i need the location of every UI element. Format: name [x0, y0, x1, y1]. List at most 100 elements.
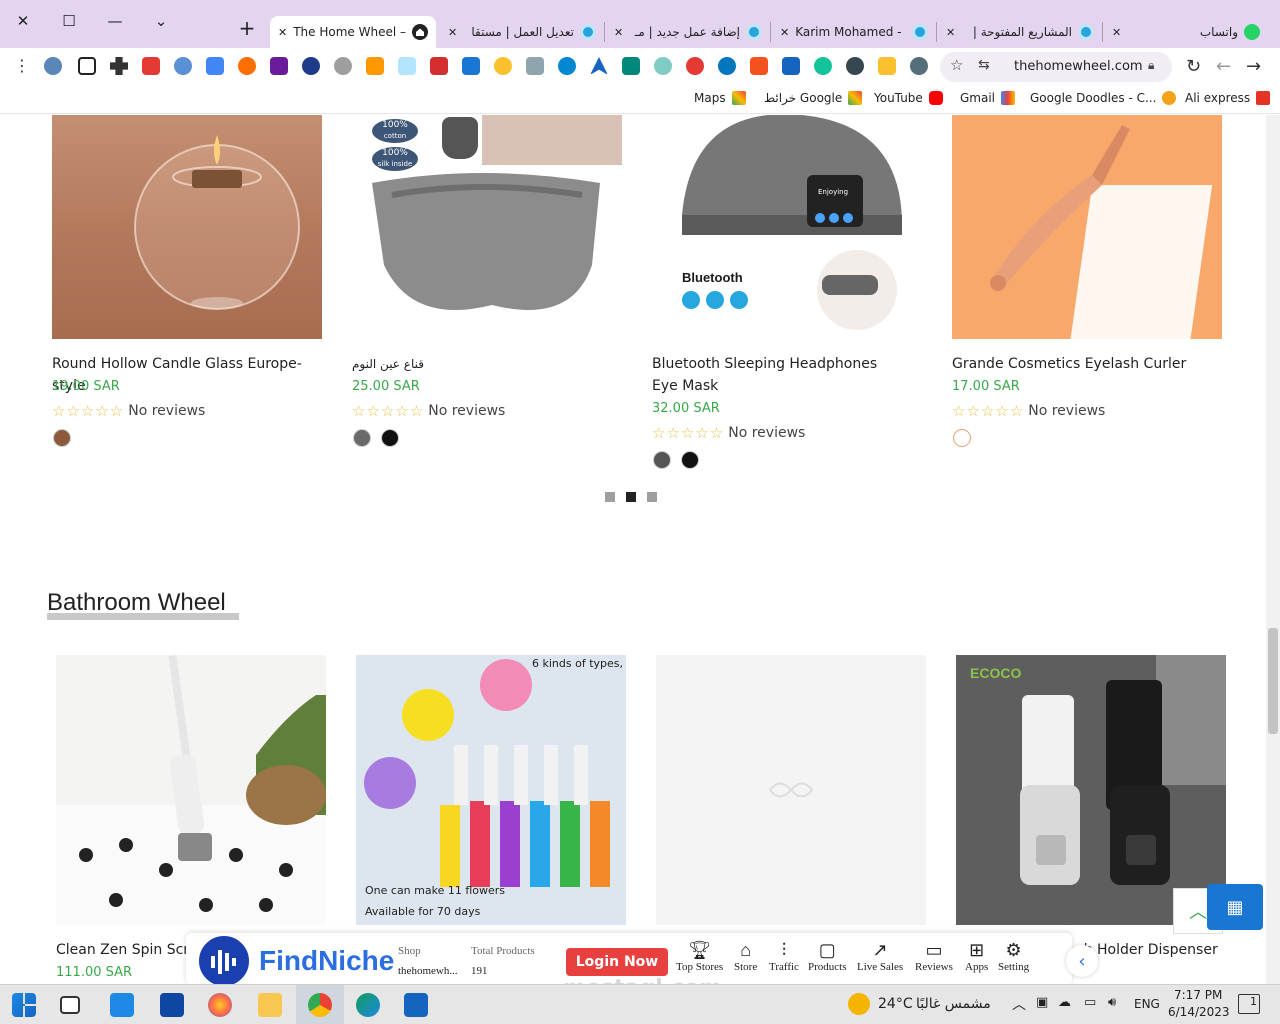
extension-icon[interactable] — [558, 57, 576, 75]
cloud-icon[interactable]: ☁ — [1058, 995, 1071, 1010]
edge-icon[interactable] — [356, 993, 380, 1017]
bookmark-aliexpress[interactable]: Ali express — [1185, 91, 1271, 105]
bookmark-gmail[interactable]: Gmail — [960, 91, 1016, 105]
extension-icon[interactable] — [526, 57, 544, 75]
bookmark-google-maps-ar[interactable]: خرائط Google — [764, 91, 863, 105]
product-image-candle-glass[interactable] — [52, 115, 322, 339]
extension-icon[interactable] — [494, 57, 512, 75]
tab-open-projects[interactable]: ✕ المشاريع المفتوحة | — [938, 16, 1102, 48]
color-swatch[interactable] — [653, 451, 671, 469]
product-name[interactable]: Bluetooth Sleeping Headphones Eye Mask — [652, 353, 902, 397]
sidebar-icon[interactable] — [78, 57, 96, 75]
extension-icon[interactable] — [238, 57, 256, 75]
extensions-icon[interactable] — [110, 57, 128, 75]
language-indicator[interactable]: ENG — [1134, 997, 1160, 1011]
back-button[interactable]: → — [1246, 56, 1261, 77]
extension-icon[interactable] — [302, 57, 320, 75]
extension-icon[interactable] — [718, 57, 736, 75]
product-name[interactable]: قناع عين النوم — [352, 353, 622, 375]
forward-button[interactable]: ← — [1216, 56, 1231, 77]
store-button[interactable]: ⌂ Store — [734, 939, 757, 973]
carousel-dot[interactable] — [605, 492, 615, 502]
tab-add-work[interactable]: ✕ إضافة عمل جديد | مـ — [606, 16, 770, 48]
network-icon[interactable]: ▭ — [1084, 995, 1096, 1010]
live-sales-button[interactable]: ↗ Live Sales — [857, 939, 903, 973]
product-image-eyelash-curler[interactable] — [952, 115, 1222, 339]
photos-icon[interactable] — [404, 993, 428, 1017]
color-swatch[interactable] — [953, 429, 971, 447]
widget-button[interactable]: ▦ — [1207, 884, 1263, 930]
tab-close-icon[interactable]: ✕ — [1112, 26, 1121, 39]
tab-karim-mohamed[interactable]: ✕ Karim Mohamed - — [772, 16, 936, 48]
meet-icon[interactable]: ▣ — [1036, 995, 1048, 1010]
mail-icon[interactable] — [160, 993, 184, 1017]
lock-icon[interactable]: 🔒︎ — [1148, 58, 1154, 73]
extension-icon[interactable] — [174, 57, 192, 75]
page-scrollbar[interactable] — [1266, 115, 1280, 985]
code-icon[interactable] — [462, 57, 480, 75]
extension-icon[interactable] — [590, 57, 608, 75]
product-name[interactable]: ch Holder Dispenser — [1076, 939, 1256, 961]
color-swatch[interactable] — [381, 429, 399, 447]
share-icon[interactable]: ⇆ — [978, 57, 990, 73]
extension-icon[interactable] — [910, 57, 928, 75]
tab-close-icon[interactable]: ✕ — [614, 26, 623, 39]
address-bar[interactable]: ☆ ⇆ thehomewheel.com 🔒︎ — [940, 52, 1172, 82]
new-tab-button[interactable]: + — [233, 14, 261, 42]
color-swatch[interactable] — [53, 429, 71, 447]
reviews-button[interactable]: ▭ Reviews — [915, 939, 953, 973]
minimize-window-button[interactable]: — — [92, 0, 138, 42]
weather-icon[interactable] — [848, 993, 870, 1015]
chevron-up-icon[interactable]: ︿ — [1012, 994, 1026, 1014]
traffic-button[interactable]: ⫶ Traffic — [769, 939, 799, 973]
product-image-toilet-gel-flowers[interactable]: 6 kinds of types, One can make 11 flower… — [356, 655, 626, 925]
weather-description[interactable]: مشمس غالبًا — [916, 996, 991, 1012]
clock-time[interactable]: 7:17 PM — [1174, 988, 1222, 1002]
task-view-icon[interactable] — [60, 996, 80, 1014]
product-image-sleep-mask[interactable]: 100% cotton 100% silk inside — [352, 115, 622, 339]
bookmark-youtube[interactable]: YouTube — [874, 91, 943, 105]
translate-icon[interactable] — [206, 57, 224, 75]
top-stores-button[interactable]: 🏆︎ Top Stores — [676, 939, 723, 973]
products-button[interactable]: ▢ Products — [808, 939, 847, 973]
tab-close-icon[interactable]: ✕ — [946, 26, 955, 39]
maximize-window-button[interactable]: ☐ — [46, 0, 92, 42]
weather-temperature[interactable]: 24°C — [878, 996, 913, 1012]
bookmark-google-doodles[interactable]: Google Doodles - C... — [1030, 91, 1177, 105]
extension-icon[interactable] — [846, 57, 864, 75]
extension-icon[interactable] — [366, 57, 384, 75]
tab-the-home-wheel[interactable]: ✕ The Home Wheel – — [270, 16, 436, 48]
profile-avatar[interactable] — [44, 57, 62, 75]
menu-icon[interactable]: ⋮ — [14, 56, 30, 75]
extension-icon[interactable] — [430, 57, 448, 75]
extension-icon[interactable] — [654, 57, 672, 75]
extension-icon[interactable] — [270, 57, 288, 75]
collapse-toolbar-button[interactable]: ‹ — [1066, 945, 1098, 977]
product-image-toothpaste-dispenser[interactable]: ECOCO — [956, 655, 1226, 925]
chrome-icon[interactable] — [308, 993, 332, 1017]
apps-button[interactable]: ⊞ Apps — [965, 939, 988, 973]
color-swatch[interactable] — [353, 429, 371, 447]
scrollbar-thumb[interactable] — [1268, 628, 1278, 734]
tab-close-icon[interactable]: ✕ — [278, 26, 287, 39]
extension-icon[interactable] — [686, 57, 704, 75]
firefox-icon[interactable] — [208, 993, 232, 1017]
extension-icon[interactable] — [750, 57, 768, 75]
clock-date[interactable]: 6/14/2023 — [1168, 1005, 1230, 1019]
grammarly-icon[interactable] — [814, 57, 832, 75]
volume-icon[interactable]: 🔊︎ — [1108, 995, 1116, 1010]
login-now-button[interactable]: Login Now — [566, 948, 668, 976]
extension-icon[interactable] — [782, 57, 800, 75]
tab-close-icon[interactable]: ✕ — [780, 26, 789, 39]
globe-icon[interactable] — [334, 57, 352, 75]
store-app-icon[interactable] — [110, 993, 134, 1017]
product-image-spin-scrubber[interactable] — [56, 655, 326, 925]
extension-icon[interactable] — [622, 57, 640, 75]
tab-edit-work[interactable]: ✕ تعديل العمل | مستقا — [440, 16, 604, 48]
extension-icon[interactable] — [878, 57, 896, 75]
setting-button[interactable]: ⚙ Setting — [998, 939, 1029, 973]
color-swatch[interactable] — [681, 451, 699, 469]
product-image-loading[interactable] — [656, 655, 926, 925]
file-explorer-icon[interactable] — [258, 993, 282, 1017]
bookmark-maps[interactable]: Maps — [694, 91, 746, 105]
